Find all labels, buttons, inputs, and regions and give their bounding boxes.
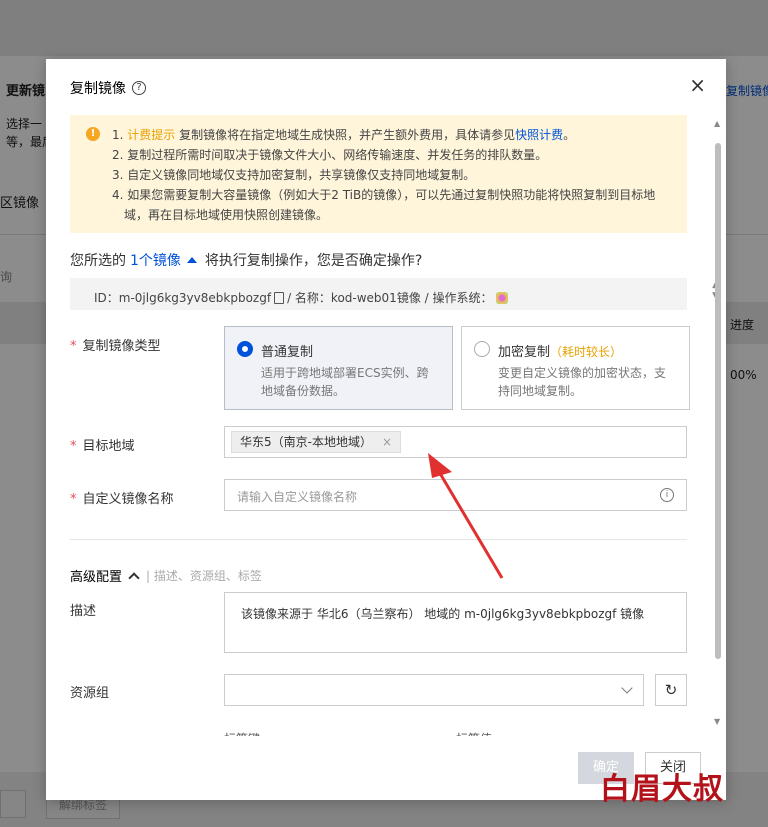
annotation-arrow-head [428,453,452,478]
annotation-arrow [428,453,504,579]
watermark: 白眉大叔 [600,772,724,807]
annotation-arrow-shaft [436,469,504,579]
